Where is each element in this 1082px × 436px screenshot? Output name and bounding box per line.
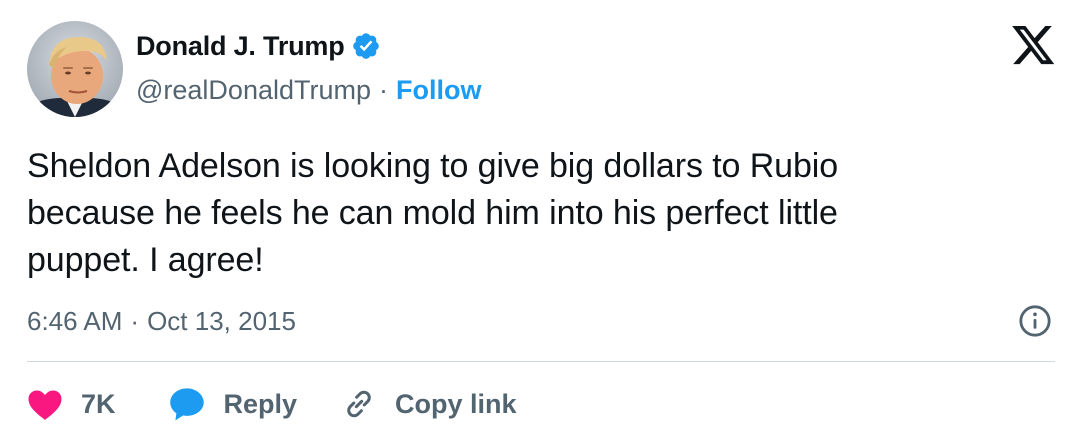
display-name-row: Donald J. Trump: [136, 28, 481, 64]
x-logo-icon[interactable]: [1012, 26, 1056, 66]
separator-dot: ·: [379, 74, 388, 105]
heart-icon: [28, 390, 62, 420]
divider: [27, 361, 1055, 362]
tweet-date[interactable]: Oct 13, 2015: [147, 306, 296, 337]
follow-button[interactable]: Follow: [396, 75, 481, 106]
copy-link-button[interactable]: Copy link: [341, 386, 517, 422]
reply-label: Reply: [223, 388, 298, 419]
handle-row: @realDonaldTrump · Follow: [136, 73, 481, 107]
link-icon: [347, 390, 371, 418]
separator-dot: ·: [130, 305, 140, 336]
avatar[interactable]: [27, 21, 123, 117]
author-handle[interactable]: @realDonaldTrump: [136, 75, 371, 106]
like-count: 7K: [81, 388, 116, 419]
tweet-embed-card: Donald J. Trump @realDonaldTrump · Follo…: [0, 0, 1082, 436]
like-button[interactable]: 7K: [27, 387, 116, 421]
info-icon[interactable]: [1018, 304, 1052, 338]
speech-bubble-icon: [169, 388, 204, 421]
reply-button[interactable]: Reply: [168, 386, 298, 422]
tweet-time[interactable]: 6:46 AM: [27, 306, 122, 337]
tweet-meta: 6:46 AM · Oct 13, 2015: [27, 303, 296, 339]
copy-link-label: Copy link: [395, 388, 517, 419]
avatar-image: [27, 21, 123, 117]
verified-badge-icon: [352, 33, 379, 59]
tweet-text: Sheldon Adelson is looking to give big d…: [27, 147, 839, 279]
author-display-name[interactable]: Donald J. Trump: [136, 31, 345, 62]
author-header: Donald J. Trump @realDonaldTrump · Follo…: [136, 28, 481, 107]
action-bar: 7K Reply Copy link: [27, 382, 517, 426]
